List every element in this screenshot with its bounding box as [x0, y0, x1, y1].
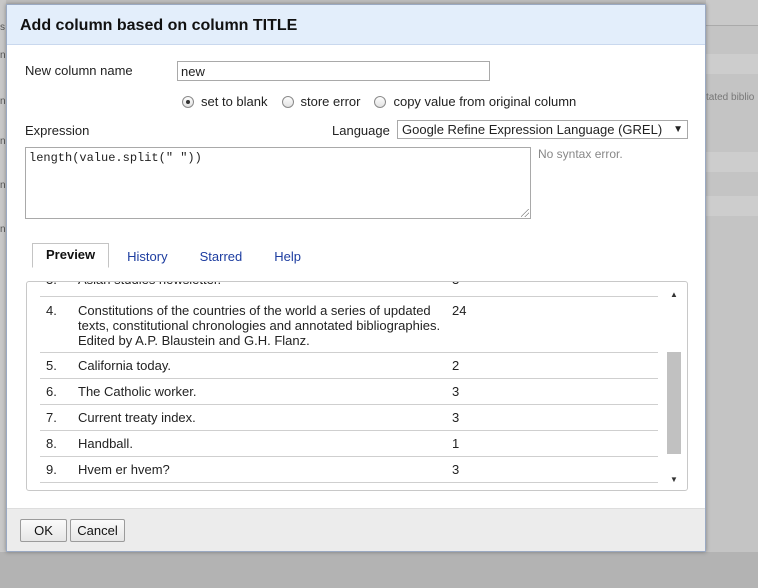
- cancel-button[interactable]: Cancel: [70, 519, 125, 542]
- syntax-status: No syntax error.: [538, 147, 623, 161]
- set-to-blank-radio[interactable]: [182, 95, 194, 108]
- row-result: 3: [452, 462, 460, 477]
- dropdown-arrow-icon: ▼: [673, 124, 683, 135]
- row-result: 2: [452, 358, 460, 373]
- background-text-snippet: tated biblio: [706, 92, 755, 103]
- table-row: 8. Handball. 1: [40, 431, 658, 457]
- row-number: 7.: [46, 410, 57, 425]
- row-title: California today.: [78, 358, 171, 373]
- row-number: 4.: [46, 303, 57, 318]
- row-title: The Catholic worker.: [78, 384, 197, 399]
- tab-starred[interactable]: Starred: [188, 246, 255, 268]
- table-row: 5. California today. 2: [40, 353, 658, 379]
- dialog-footer: OK Cancel: [7, 508, 705, 551]
- background-right-panel: tated biblio: [706, 0, 758, 552]
- preview-scrollbar[interactable]: ▲ ▼: [667, 288, 681, 486]
- row-result: 1: [452, 436, 460, 451]
- table-row: 9. Hvem er hvem? 3: [40, 457, 658, 483]
- store-error-label[interactable]: store error: [301, 94, 361, 109]
- copy-value-radio[interactable]: [374, 95, 387, 108]
- table-row: 3. Asian studies newsletter. 3: [40, 282, 658, 297]
- row-title: Current treaty index.: [78, 410, 196, 425]
- tab-history[interactable]: History: [115, 246, 179, 268]
- scroll-up-arrow-icon[interactable]: ▲: [670, 290, 678, 299]
- row-result: 3: [452, 282, 459, 296]
- row-number: 5.: [46, 358, 57, 373]
- new-column-name-input[interactable]: new: [177, 61, 490, 81]
- language-selected-value: Google Refine Expression Language (GREL): [402, 122, 663, 137]
- set-to-blank-label[interactable]: set to blank: [201, 94, 268, 109]
- expression-label: Expression: [25, 123, 90, 138]
- row-result: 24: [452, 303, 467, 318]
- row-title: Constitutions of the countries of the wo…: [78, 303, 441, 348]
- row-title: Asian studies newsletter.: [78, 282, 452, 296]
- tab-preview[interactable]: Preview: [32, 243, 110, 268]
- table-row: 6. The Catholic worker. 3: [40, 379, 658, 405]
- resize-grip-icon[interactable]: [521, 209, 529, 217]
- ok-button[interactable]: OK: [20, 519, 67, 542]
- store-error-radio[interactable]: [281, 95, 294, 108]
- expression-text: length(value.split(" ")): [29, 151, 202, 165]
- on-error-options: set to blank store error copy value from…: [182, 94, 590, 109]
- preview-panel[interactable]: 3. Asian studies newsletter. 3 4. Consti…: [26, 281, 688, 491]
- new-column-name-label: New column name: [25, 63, 133, 78]
- expression-textarea[interactable]: length(value.split(" ")): [25, 147, 531, 219]
- row-result: 3: [452, 384, 460, 399]
- scroll-down-arrow-icon[interactable]: ▼: [670, 475, 678, 484]
- language-label: Language: [332, 123, 390, 138]
- preview-table: 3. Asian studies newsletter. 3 4. Consti…: [40, 282, 658, 483]
- row-title: Handball.: [78, 436, 133, 451]
- tab-help[interactable]: Help: [262, 246, 313, 268]
- row-number: 3.: [40, 282, 78, 296]
- dialog-title: Add column based on column TITLE: [7, 5, 705, 45]
- language-select[interactable]: Google Refine Expression Language (GREL)…: [397, 120, 688, 139]
- row-number: 6.: [46, 384, 57, 399]
- table-row: 4. Constitutions of the countries of the…: [40, 297, 658, 353]
- add-column-dialog: Add column based on column TITLE New col…: [6, 4, 706, 552]
- copy-value-label[interactable]: copy value from original column: [393, 94, 576, 109]
- row-number: 9.: [46, 462, 57, 477]
- preview-tabs: Preview History Starred Help: [32, 243, 321, 268]
- row-title: Hvem er hvem?: [78, 462, 170, 477]
- table-row: 7. Current treaty index. 3: [40, 405, 658, 431]
- row-number: 8.: [46, 436, 57, 451]
- row-result: 3: [452, 410, 460, 425]
- scrollbar-thumb[interactable]: [667, 352, 681, 454]
